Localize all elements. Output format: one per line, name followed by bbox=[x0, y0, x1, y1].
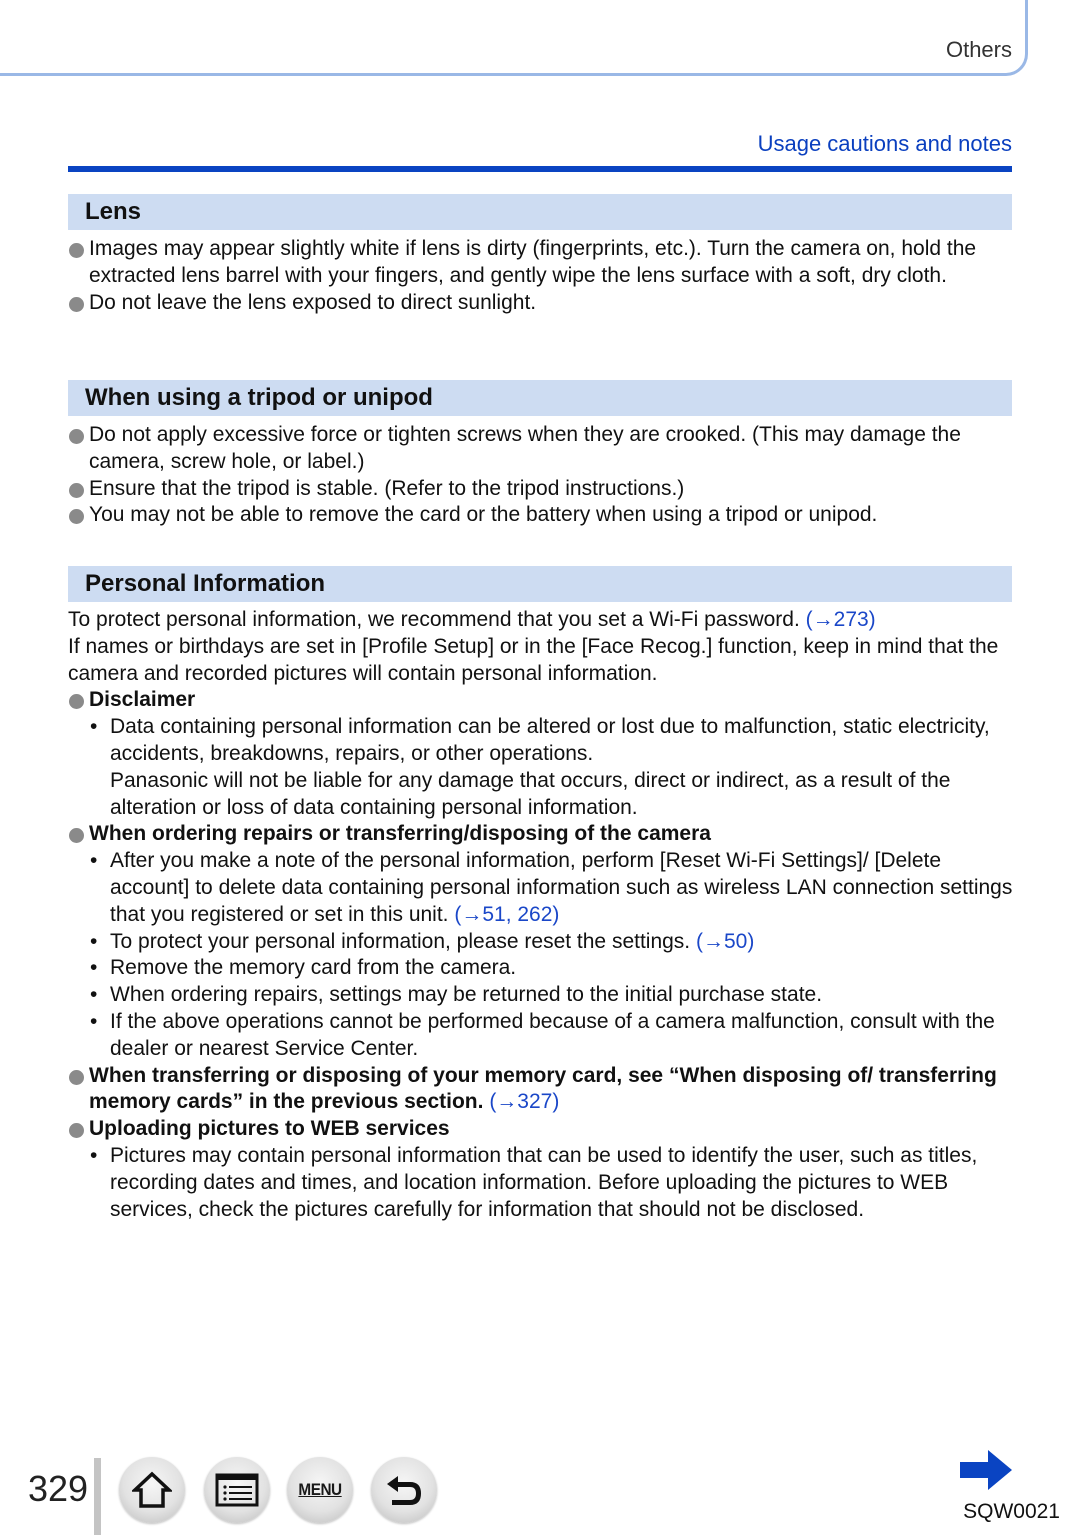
list-item: • To protect your personal information, p… bbox=[90, 929, 755, 953]
bullet-icon bbox=[69, 509, 84, 525]
menu-icon: MENU bbox=[298, 1480, 342, 1499]
heading-personal-information: Personal Information bbox=[68, 566, 1012, 602]
list-item: • Remove the memory card from the camera. bbox=[90, 956, 517, 980]
list-item: Ensure that the tripod is stable. (Refer… bbox=[68, 476, 1018, 503]
bullet-icon bbox=[69, 828, 84, 844]
page-number: 329 bbox=[28, 1468, 89, 1509]
back-button[interactable] bbox=[371, 1457, 437, 1523]
disclaimer-heading: Disclaimer bbox=[68, 687, 1018, 714]
model-code: SQW0021 bbox=[963, 1500, 1060, 1523]
heading-tripod: When using a tripod or unipod bbox=[68, 380, 1012, 416]
intro-paragraph: To protect personal information, we reco… bbox=[68, 608, 876, 631]
page-ref-link[interactable]: (→327) bbox=[489, 1090, 559, 1113]
uploading-heading: Uploading pictures to WEB services bbox=[68, 1116, 1018, 1143]
page-ref-link[interactable]: (→50) bbox=[696, 930, 754, 953]
bullet-icon bbox=[69, 1123, 84, 1139]
page-ref-link[interactable]: (→51, 262) bbox=[454, 903, 559, 926]
tripod-list: Do not apply excessive force or tighten … bbox=[68, 422, 1018, 529]
category-tab-others[interactable]: Others bbox=[946, 37, 1012, 63]
lens-list: Images may appear slightly white if lens… bbox=[68, 236, 1018, 316]
bullet-icon bbox=[69, 1069, 84, 1085]
footer-divider bbox=[94, 1458, 101, 1535]
bullet-icon bbox=[69, 694, 84, 710]
personal-info-body: To protect personal information, we reco… bbox=[68, 607, 1018, 1223]
page-ref-link[interactable]: (→273) bbox=[806, 608, 876, 631]
list-item: Images may appear slightly white if lens… bbox=[68, 236, 1018, 290]
back-icon bbox=[387, 1476, 421, 1505]
bullet-icon bbox=[69, 296, 84, 312]
list-item-continuation: Panasonic will not be liable for any dam… bbox=[110, 768, 951, 819]
home-button[interactable] bbox=[119, 1457, 185, 1523]
next-page-button[interactable] bbox=[960, 1450, 1014, 1495]
bullet-icon bbox=[69, 482, 84, 498]
list-item: • After you make a note of the personal i… bbox=[90, 849, 1013, 926]
home-icon bbox=[132, 1471, 172, 1508]
list-item: • When ordering repairs, settings may be … bbox=[90, 983, 823, 1007]
list-item: Do not apply excessive force or tighten … bbox=[68, 422, 1018, 476]
repairs-heading: When ordering repairs or transferring/di… bbox=[68, 821, 1018, 848]
list-item: You may not be able to remove the card o… bbox=[68, 502, 1018, 529]
list-item: Do not leave the lens exposed to direct … bbox=[68, 290, 1018, 317]
header-divider bbox=[68, 166, 1012, 172]
bullet-icon bbox=[69, 243, 84, 258]
bullet-icon bbox=[69, 429, 84, 444]
arrow-right-icon bbox=[960, 1450, 1012, 1490]
contents-list-icon bbox=[215, 1473, 259, 1507]
section-title-link: Usage cautions and notes bbox=[757, 131, 1012, 156]
menu-button[interactable]: MENU bbox=[287, 1457, 353, 1523]
contents-button[interactable] bbox=[204, 1457, 270, 1523]
list-item: • If the above operations cannot be perfo… bbox=[90, 1009, 995, 1060]
list-item: • Pictures may contain personal informati… bbox=[90, 1143, 978, 1221]
intro-paragraph-2: If names or birthdays are set in [Profil… bbox=[68, 634, 999, 685]
list-item: • Data containing personal information ca… bbox=[90, 715, 990, 765]
memory-card-note: When transferring or disposing of your m… bbox=[68, 1063, 1018, 1117]
category-tab-outline bbox=[0, 0, 1028, 76]
heading-lens: Lens bbox=[68, 194, 1012, 230]
